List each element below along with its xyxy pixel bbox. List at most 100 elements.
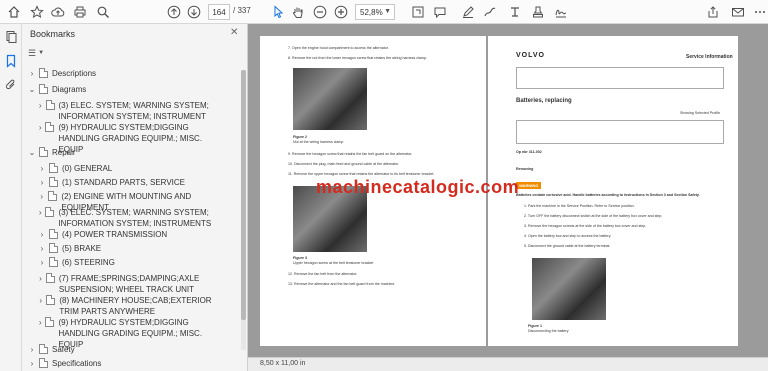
chevron-right-icon[interactable]: › — [38, 317, 42, 328]
share-icon[interactable] — [705, 4, 721, 20]
chevron-right-icon[interactable]: › — [38, 122, 42, 133]
attachment-paperclip-icon[interactable] — [4, 78, 18, 92]
document-title: Batteries, replacing — [516, 98, 572, 104]
bookmark-list: › Descriptions ⌄ Diagrams › (3) ELEC. SYSTEM;… — [22, 68, 242, 371]
bookmark-item[interactable]: › Specifications — [28, 358, 228, 369]
hand-tool-icon[interactable] — [290, 4, 306, 20]
bookmark-page-icon — [48, 191, 58, 201]
bookmark-item[interactable]: › (5) BRAKE — [38, 243, 228, 254]
envelope-icon[interactable] — [730, 4, 746, 20]
bookmark-page-icon — [39, 68, 48, 78]
figure-wiring-harness-photo — [293, 68, 367, 130]
bookmark-label: (7) FRAME;SPRINGS;DAMPING;AXLE SUSPENSIO… — [58, 274, 200, 294]
page-down-icon[interactable] — [186, 4, 202, 20]
bookmark-page-icon — [49, 229, 58, 239]
step-line: 2. Turn OFF the battery disconnect switc… — [524, 214, 663, 218]
chevron-right-icon[interactable]: › — [38, 163, 46, 174]
stamp-icon[interactable] — [530, 4, 546, 20]
chevron-right-icon[interactable]: › — [38, 257, 46, 268]
bookmark-page-icon — [39, 344, 48, 354]
chevron-right-icon[interactable]: › — [38, 295, 43, 306]
bookmark-label: Diagrams — [52, 85, 87, 94]
bookmark-item[interactable]: ⌄ Repair — [28, 147, 228, 158]
chevron-right-icon[interactable]: › — [38, 207, 42, 218]
fit-page-icon[interactable] — [410, 4, 426, 20]
scrollbar-thumb[interactable] — [241, 70, 246, 320]
bookmark-page-icon — [46, 295, 56, 305]
figure-battery-photo — [532, 258, 606, 320]
close-icon[interactable]: ✕ — [230, 27, 238, 38]
zoom-select[interactable]: 52,8% ▼ — [355, 4, 395, 20]
bookmark-item[interactable]: › (0) GENERAL — [38, 163, 228, 174]
bookmark-page-icon — [45, 273, 55, 283]
chevron-right-icon[interactable]: › — [38, 177, 46, 188]
bookmark-label: (8) MACHINERY HOUSE;CAB;EXTERIOR TRIM PA… — [59, 296, 212, 316]
chevron-right-icon[interactable]: › — [28, 358, 36, 369]
chevron-right-icon[interactable]: › — [38, 100, 43, 111]
highlight-pen-icon[interactable] — [460, 4, 476, 20]
bookmark-item[interactable]: › (6) STEERING — [38, 257, 228, 268]
bookmark-page-icon — [45, 100, 55, 110]
print-icon[interactable] — [72, 4, 88, 20]
page-thumbnails-icon[interactable] — [4, 30, 18, 44]
zoom-in-icon[interactable] — [333, 4, 349, 20]
bookmark-item[interactable]: › Descriptions — [28, 68, 228, 79]
warning-badge: WARNING — [516, 182, 542, 189]
bookmarks-ribbon-icon[interactable] — [4, 54, 18, 68]
chevron-right-icon[interactable]: › — [38, 243, 46, 254]
toolbar: 164 / 337 52,8% ▼ — [0, 0, 768, 24]
bookmark-page-icon — [49, 243, 58, 253]
bookmark-page-icon — [39, 84, 48, 94]
profile-note: Showing Selected Profile — [680, 111, 720, 115]
bookmark-star-icon[interactable] — [29, 4, 45, 20]
bookmarks-panel: Bookmarks ✕ ☰ ▼ › Descriptions ⌄ Diagrams › (… — [22, 24, 248, 371]
bookmark-page-icon — [45, 122, 55, 132]
page-text-line: 8. Remove the nut from the lower hexagon… — [288, 56, 427, 60]
page-text-line: 12. Remove the fan belt from the alterna… — [288, 272, 358, 276]
bookmarks-scrollbar[interactable] — [241, 70, 246, 350]
volvo-logo: VOLVO — [516, 52, 545, 59]
figure-subcaption: Upper hexagon screw at the belt tensione… — [293, 261, 374, 265]
chevron-down-icon[interactable]: ⌄ — [28, 84, 36, 95]
bookmark-page-icon — [49, 257, 58, 267]
home-icon[interactable] — [6, 4, 22, 20]
figure-subcaption: Disconnecting the battery — [528, 329, 569, 333]
bookmark-label: (3) ELEC. SYSTEM; WARNING SYSTEM; INFORM… — [58, 101, 209, 121]
upload-cloud-icon[interactable] — [50, 4, 66, 20]
chevron-down-icon[interactable]: ⌄ — [28, 147, 36, 158]
comment-icon[interactable] — [432, 4, 448, 20]
chevron-right-icon[interactable]: › — [38, 273, 43, 284]
bookmark-item[interactable]: › (1) STANDARD PARTS, SERVICE — [38, 177, 228, 188]
zoom-out-icon[interactable] — [312, 4, 328, 20]
page-text-line: 7. Open the engine hood compartment to a… — [288, 46, 389, 50]
page-size-label: 8,50 x 11,00 in — [260, 360, 306, 367]
bookmark-label: (4) POWER TRANSMISSION — [62, 230, 168, 239]
bookmark-item[interactable]: › Safety — [28, 344, 228, 355]
bookmark-item[interactable]: › (7) FRAME;SPRINGS;DAMPING;AXLE SUSPENSI… — [38, 273, 228, 295]
bookmark-item[interactable]: › (8) MACHINERY HOUSE;CAB;EXTERIOR TRIM P… — [38, 295, 228, 317]
more-menu-icon[interactable] — [752, 4, 768, 20]
bookmark-page-icon — [49, 177, 58, 187]
draw-icon[interactable] — [482, 4, 498, 20]
operation-number: Op nbr 311-002 — [516, 150, 542, 154]
chevron-down-icon: ▼ — [38, 50, 45, 56]
bookmark-page-icon — [45, 207, 55, 217]
chevron-right-icon[interactable]: › — [38, 229, 46, 240]
search-icon[interactable] — [95, 4, 111, 20]
zoom-value: 52,8% — [360, 7, 383, 17]
page-up-icon[interactable] — [166, 4, 182, 20]
signature-icon[interactable] — [553, 4, 569, 20]
bookmark-item[interactable]: › (3) ELEC. SYSTEM; WARNING SYSTEM; INFOR… — [38, 100, 228, 122]
select-cursor-icon[interactable] — [270, 4, 286, 20]
bookmark-label: Specifications — [52, 359, 102, 368]
bookmark-item[interactable]: ⌄ Diagrams — [28, 84, 228, 95]
bookmark-options-button[interactable]: ☰ ▼ — [28, 46, 50, 60]
text-edit-icon[interactable] — [507, 4, 523, 20]
bookmark-item[interactable]: › (4) POWER TRANSMISSION — [38, 229, 228, 240]
chevron-right-icon[interactable]: › — [28, 344, 36, 355]
page-number-input[interactable]: 164 — [208, 4, 230, 20]
chevron-right-icon[interactable]: › — [28, 68, 36, 79]
chevron-right-icon[interactable]: › — [38, 191, 45, 202]
bookmark-item[interactable]: › (3) ELEC. SYSTEM; WARNING SYSTEM; INFOR… — [38, 207, 228, 229]
page-text-line: 9. Remove the hexagon screw that retains… — [288, 152, 413, 156]
